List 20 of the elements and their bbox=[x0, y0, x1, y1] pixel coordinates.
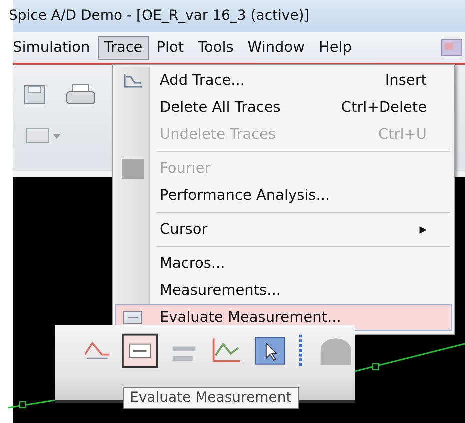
menu-bar-item[interactable]: Trace bbox=[98, 36, 149, 60]
pointer-icon[interactable] bbox=[254, 336, 286, 366]
save-icon[interactable] bbox=[23, 84, 47, 106]
window-title: Spice A/D Demo - [OE_R_var 16_3 (active)] bbox=[9, 8, 310, 24]
grip-icon[interactable] bbox=[297, 334, 305, 368]
menu-bar-item[interactable]: Plot bbox=[150, 36, 190, 60]
menu-item[interactable]: Add Trace... Insert bbox=[115, 67, 452, 94]
menu-item[interactable]: Cursor ▸ bbox=[115, 216, 452, 243]
printer-icon[interactable] bbox=[65, 83, 97, 107]
menu-item[interactable]: Delete All Traces Ctrl+Delete bbox=[115, 94, 452, 121]
menu-bar-item[interactable]: Help bbox=[312, 36, 358, 60]
menu-bar-item[interactable]: Window bbox=[242, 36, 311, 60]
menu-item[interactable]: Measurements... bbox=[115, 277, 452, 304]
menu-item[interactable]: Performance Analysis... bbox=[115, 182, 452, 209]
evaluate-icon[interactable] bbox=[122, 333, 158, 369]
menu-bar-item[interactable]: Tools bbox=[192, 36, 240, 60]
tooltip: Evaluate Measurement bbox=[123, 387, 299, 409]
menu-bar-item[interactable]: Simulation bbox=[7, 36, 96, 60]
menu-item[interactable]: Macros... bbox=[115, 250, 452, 277]
window-icon[interactable] bbox=[441, 38, 463, 58]
